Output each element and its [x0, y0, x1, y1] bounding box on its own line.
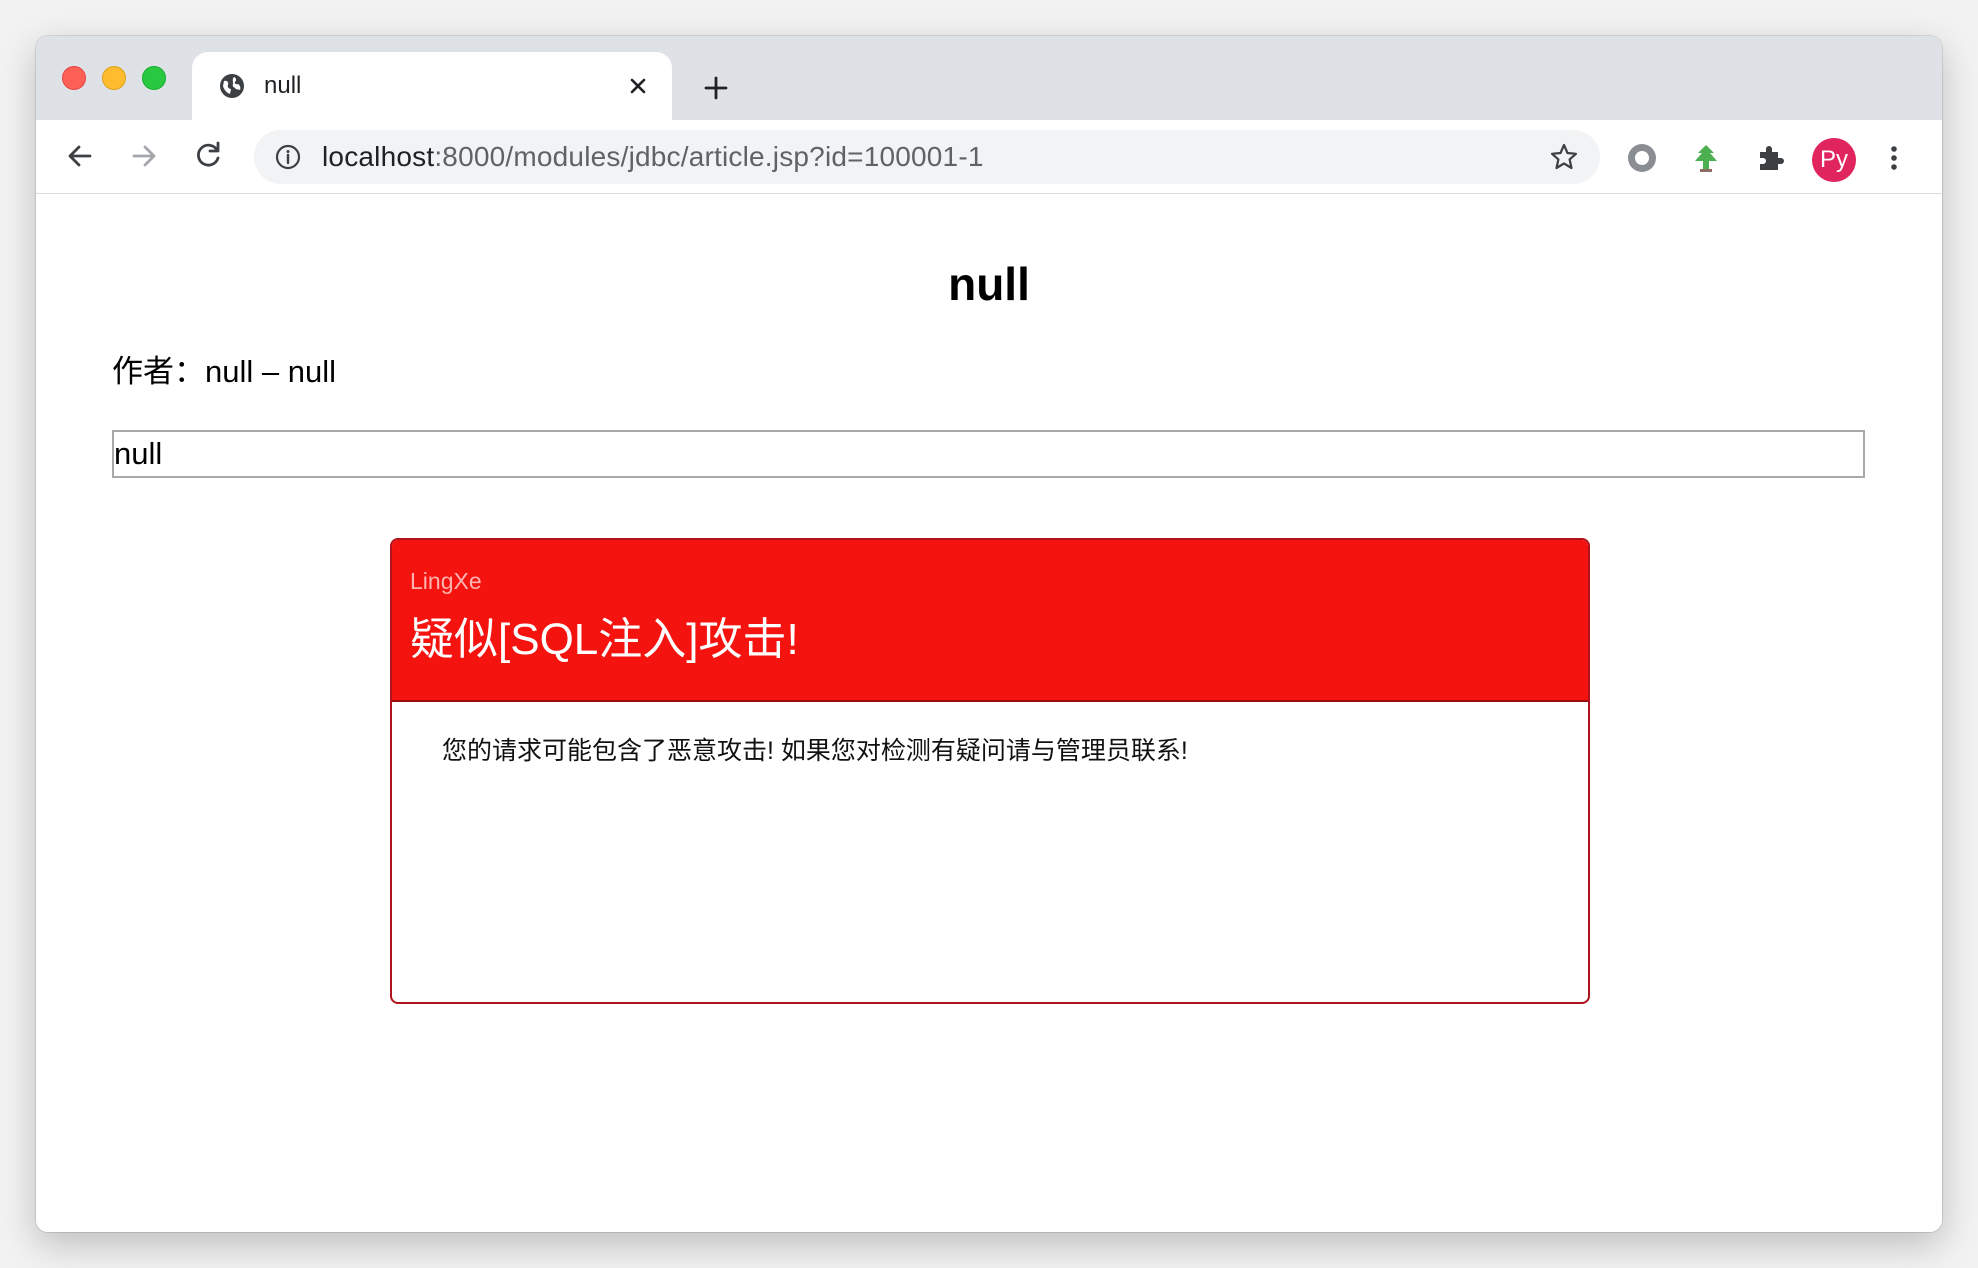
zoom-window-button[interactable] [142, 66, 166, 90]
waf-alert-card: LingXe 疑似[SQL注入]攻击! 您的请求可能包含了恶意攻击! 如果您对检… [390, 538, 1590, 1004]
article-content-field[interactable]: null [112, 430, 1865, 478]
arrow-right-icon[interactable] [126, 138, 162, 174]
tab-strip: null [36, 36, 1942, 120]
address-bar[interactable]: localhost:8000/modules/jdbc/article.jsp?… [254, 130, 1600, 184]
reload-icon[interactable] [190, 138, 226, 174]
close-icon[interactable] [624, 72, 652, 100]
plus-icon[interactable] [700, 72, 732, 104]
close-window-button[interactable] [62, 66, 86, 90]
avatar[interactable]: Py [1812, 138, 1856, 182]
kebab-menu-icon[interactable] [1876, 140, 1912, 176]
arrow-left-icon[interactable] [62, 138, 98, 174]
tab-active[interactable]: null [192, 52, 672, 120]
page-content: null 作者：null – null null LingXe 疑似[SQL注入… [36, 194, 1942, 1232]
globe-icon [220, 74, 244, 98]
url-path: :8000/modules/jdbc/article.jsp?id=100001… [434, 141, 984, 172]
record-icon[interactable] [1624, 140, 1660, 176]
url-text: localhost:8000/modules/jdbc/article.jsp?… [322, 143, 984, 171]
waf-alert-title: 疑似[SQL注入]攻击! [410, 615, 799, 664]
browser-toolbar: localhost:8000/modules/jdbc/article.jsp?… [36, 120, 1942, 194]
page-title: null [948, 258, 1030, 310]
tab-title: null [264, 72, 302, 99]
waf-alert-message: 您的请求可能包含了恶意攻击! 如果您对检测有疑问请与管理员联系! [442, 737, 1188, 765]
url-host: localhost [322, 141, 435, 172]
puzzle-icon[interactable] [1752, 140, 1788, 176]
tree-icon[interactable] [1688, 140, 1724, 176]
browser-window: null localhost:8000/modules/jdbc/article… [36, 36, 1942, 1232]
info-icon[interactable] [274, 143, 302, 171]
waf-brand: LingXe [410, 568, 482, 594]
star-icon[interactable] [1548, 141, 1580, 173]
author-line: 作者：null – null [112, 354, 336, 389]
minimize-window-button[interactable] [102, 66, 126, 90]
waf-alert-header: LingXe 疑似[SQL注入]攻击! [392, 540, 1588, 702]
